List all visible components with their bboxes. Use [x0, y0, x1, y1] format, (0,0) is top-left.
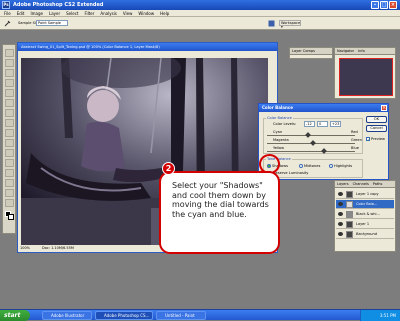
- taskbar-item-illustrator[interactable]: Adobe Illustrator: [42, 311, 92, 320]
- clock: 3:51 PM: [379, 313, 396, 318]
- taskbar: start Adobe Illustrator Adobe Photoshop …: [0, 309, 400, 321]
- step-number-badge: 2: [162, 162, 175, 175]
- start-button[interactable]: start: [0, 310, 30, 321]
- callout-pointer: [248, 170, 262, 183]
- callout-text: Select your "Shadows" and cool them down…: [172, 181, 269, 219]
- taskbar-item-paint[interactable]: Untitled - Paint: [156, 311, 206, 320]
- tutorial-callout: Select your "Shadows" and cool them down…: [159, 171, 280, 254]
- taskbar-item-photoshop[interactable]: Adobe Photoshop CS...: [95, 311, 153, 320]
- system-tray: 3:51 PM: [360, 310, 400, 321]
